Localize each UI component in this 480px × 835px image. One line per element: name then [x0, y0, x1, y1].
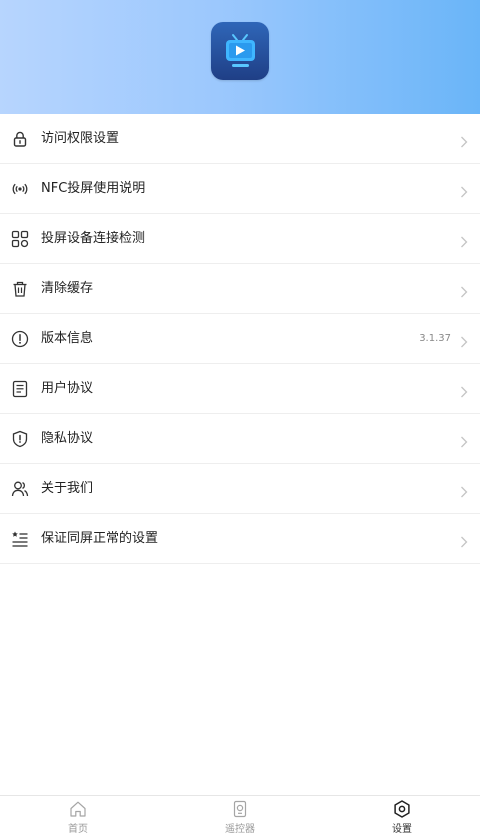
tab-label: 首页	[68, 824, 88, 835]
chevron-right-icon	[460, 183, 468, 198]
lock-icon	[11, 130, 29, 148]
menu-item-version-info[interactable]: 版本信息 3.1.37	[0, 314, 480, 364]
trash-icon	[11, 280, 29, 298]
tab-label: 遥控器	[225, 824, 255, 835]
chevron-right-icon	[460, 533, 468, 548]
chevron-right-icon	[460, 483, 468, 498]
menu-item-clear-cache[interactable]: 清除缓存	[0, 264, 480, 314]
menu-item-mirroring-settings[interactable]: 保证同屏正常的设置	[0, 514, 480, 564]
menu-item-device-check[interactable]: 投屏设备连接检测	[0, 214, 480, 264]
home-icon	[69, 800, 87, 818]
list-settings-icon	[11, 530, 29, 548]
menu-item-label: 清除缓存	[41, 281, 94, 296]
menu-item-label: 版本信息	[41, 331, 94, 346]
app-logo	[211, 22, 269, 80]
chevron-right-icon	[460, 433, 468, 448]
users-icon	[11, 480, 29, 498]
tab-home[interactable]: 首页	[48, 796, 108, 835]
document-icon	[11, 380, 29, 398]
chevron-right-icon	[460, 133, 468, 148]
remote-icon	[231, 800, 249, 818]
settings-menu: 访问权限设置 NFC投屏使用说明 投屏设备连接检测 清除缓存 版本信息 3.1.…	[0, 114, 480, 564]
menu-item-label: 用户协议	[41, 381, 94, 396]
settings-icon	[393, 800, 411, 818]
chevron-right-icon	[460, 283, 468, 298]
menu-item-label: 保证同屏正常的设置	[41, 531, 159, 546]
devices-icon	[11, 230, 29, 248]
menu-item-privacy-policy[interactable]: 隐私协议	[0, 414, 480, 464]
shield-icon	[11, 430, 29, 448]
tab-label: 设置	[392, 824, 412, 835]
bottom-tab-bar: 首页 遥控器 设置	[0, 795, 480, 835]
chevron-right-icon	[460, 233, 468, 248]
info-icon	[11, 330, 29, 348]
menu-item-label: NFC投屏使用说明	[41, 181, 146, 196]
chevron-right-icon	[460, 333, 468, 348]
chevron-right-icon	[460, 383, 468, 398]
header-banner	[0, 0, 480, 114]
menu-item-access-permissions[interactable]: 访问权限设置	[0, 114, 480, 164]
menu-item-label: 访问权限设置	[41, 131, 120, 146]
tab-settings[interactable]: 设置	[372, 796, 432, 835]
menu-item-user-agreement[interactable]: 用户协议	[0, 364, 480, 414]
version-value: 3.1.37	[419, 333, 451, 344]
menu-item-label: 隐私协议	[41, 431, 94, 446]
tv-play-icon	[226, 34, 255, 67]
nfc-icon	[11, 180, 29, 198]
tab-remote[interactable]: 遥控器	[210, 796, 270, 835]
menu-item-nfc-guide[interactable]: NFC投屏使用说明	[0, 164, 480, 214]
menu-item-label: 关于我们	[41, 481, 94, 496]
menu-item-label: 投屏设备连接检测	[41, 231, 146, 246]
menu-item-about-us[interactable]: 关于我们	[0, 464, 480, 514]
